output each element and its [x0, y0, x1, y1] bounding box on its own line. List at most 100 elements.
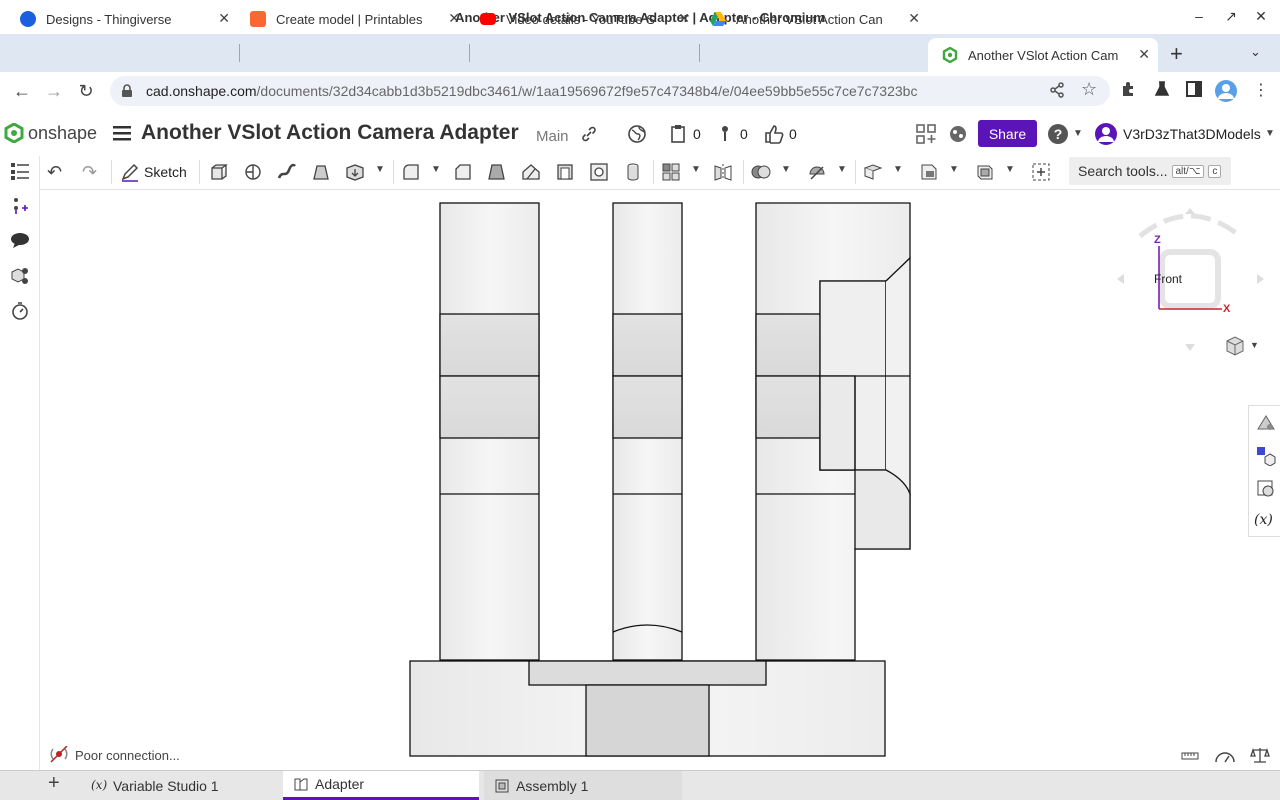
- chamfer-icon[interactable]: [453, 162, 473, 182]
- fillet-chevron-down-icon[interactable]: ▼: [431, 164, 441, 175]
- surface-chevron-down-icon[interactable]: ▼: [1005, 164, 1015, 175]
- plane-icon[interactable]: [863, 162, 883, 182]
- close-tab-icon[interactable]: ✕: [678, 10, 690, 27]
- hole-icon[interactable]: [589, 162, 609, 182]
- view-options-cube-icon[interactable]: [1225, 336, 1245, 356]
- app-store-icon[interactable]: [916, 124, 936, 144]
- branch-label[interactable]: Main: [536, 128, 569, 145]
- fillet-icon[interactable]: [401, 162, 421, 182]
- boolean-icon[interactable]: [751, 162, 771, 182]
- revolve-icon[interactable]: [243, 162, 263, 182]
- graphics-viewport[interactable]: Front Z X ▼: [41, 190, 1280, 770]
- onshape-logo-icon[interactable]: [4, 122, 24, 144]
- split-icon[interactable]: [807, 162, 827, 182]
- bom-panel-icon[interactable]: [1256, 446, 1276, 466]
- extrude-icon[interactable]: [209, 162, 229, 182]
- browser-tab-label: Video details - YouTube S: [506, 11, 655, 27]
- measure-icon[interactable]: [1180, 747, 1200, 763]
- link-icon[interactable]: [580, 125, 598, 143]
- pattern-chevron-down-icon[interactable]: ▼: [691, 164, 701, 175]
- close-window-button[interactable]: ✕: [1251, 6, 1271, 26]
- units-scale-icon[interactable]: [1250, 746, 1270, 764]
- add-custom-feature-icon[interactable]: [1031, 162, 1051, 182]
- share-page-icon[interactable]: [1048, 81, 1068, 101]
- restore-button[interactable]: ↗: [1221, 6, 1241, 26]
- close-tab-icon[interactable]: ✕: [908, 10, 920, 27]
- variables-fx-icon[interactable]: (x): [1254, 512, 1273, 528]
- sheet-metal-chevron-down-icon[interactable]: ▼: [949, 164, 959, 175]
- thicken-icon[interactable]: [345, 162, 365, 182]
- plane-chevron-down-icon[interactable]: ▼: [893, 164, 903, 175]
- shell-icon[interactable]: [555, 162, 575, 182]
- cylinder-icon[interactable]: [623, 162, 643, 182]
- configurations-panel-icon[interactable]: [1256, 479, 1276, 499]
- boolean-chevron-down-icon[interactable]: ▼: [781, 164, 791, 175]
- onshape-logo-text: onshape: [28, 123, 98, 143]
- browser-menu-icon[interactable]: ⋮: [1253, 80, 1269, 100]
- sweep-icon[interactable]: [277, 162, 297, 182]
- document-title[interactable]: Another VSlot Action Camera Adapter: [141, 121, 519, 145]
- user-name[interactable]: V3rD3zThat3DModels: [1123, 126, 1261, 142]
- draft-icon[interactable]: [487, 162, 507, 182]
- appearance-panel-icon[interactable]: [1256, 413, 1276, 433]
- close-tab-icon[interactable]: ✕: [218, 10, 230, 27]
- forward-button[interactable]: →: [43, 80, 65, 102]
- profile-avatar-icon[interactable]: [1215, 80, 1237, 102]
- reload-button[interactable]: ↻: [75, 80, 97, 102]
- close-tab-icon[interactable]: ✕: [1138, 46, 1150, 63]
- rib-icon[interactable]: [521, 162, 541, 182]
- minimize-button[interactable]: –: [1189, 6, 1209, 26]
- mass-properties-icon[interactable]: [1214, 746, 1236, 764]
- search-tools-input[interactable]: Search tools... alt/⌥ c: [1069, 157, 1231, 185]
- side-panel-icon[interactable]: [1186, 81, 1204, 99]
- browser-tab-printables[interactable]: Create model | Printables ✕: [236, 4, 468, 34]
- split-chevron-down-icon[interactable]: ▼: [837, 164, 847, 175]
- sheet-metal-icon[interactable]: [919, 162, 939, 182]
- bookmark-star-icon[interactable]: ☆: [1081, 79, 1097, 100]
- extensions-icon[interactable]: [1120, 80, 1140, 100]
- browser-tab-thingiverse[interactable]: Designs - Thingiverse ✕: [6, 4, 238, 34]
- thicken-chevron-down-icon[interactable]: ▼: [375, 164, 385, 175]
- view-cube-front-face[interactable]: Front: [1154, 272, 1182, 286]
- tab-variable-studio-1[interactable]: (x) Variable Studio 1: [81, 771, 279, 800]
- view-options-chevron-down-icon[interactable]: ▼: [1250, 340, 1259, 350]
- tab-search-chevron-icon[interactable]: ⌄: [1250, 44, 1261, 60]
- undo-icon[interactable]: ↶: [47, 162, 67, 182]
- thumbs-up-icon[interactable]: [763, 123, 785, 145]
- browser-tab-onshape-active[interactable]: Another VSlot Action Cam ✕: [928, 38, 1158, 72]
- tab-adapter[interactable]: Adapter: [283, 771, 479, 800]
- surface-icon[interactable]: [975, 162, 995, 182]
- flask-extension-icon[interactable]: [1153, 80, 1173, 100]
- notification-pin-icon[interactable]: [721, 125, 729, 143]
- mirror-icon[interactable]: [713, 162, 733, 182]
- browser-tab-google-drive[interactable]: Another VSlot Action Can ✕: [696, 4, 928, 34]
- versions-icon[interactable]: [669, 124, 687, 144]
- feature-list-icon[interactable]: [10, 161, 30, 181]
- sketch-button[interactable]: Sketch: [120, 160, 187, 184]
- linear-pattern-icon[interactable]: [661, 162, 681, 182]
- new-tab-button[interactable]: +: [1170, 41, 1183, 67]
- loft-icon[interactable]: [311, 162, 331, 182]
- variables-icon[interactable]: [10, 196, 30, 216]
- user-avatar-icon[interactable]: [1094, 122, 1118, 146]
- add-element-button[interactable]: +: [48, 772, 60, 795]
- address-bar[interactable]: cad.onshape.com/documents/32d34cabb1d3b5…: [110, 76, 1110, 106]
- tab-label: Assembly 1: [516, 777, 589, 794]
- browser-tab-youtube[interactable]: Video details - YouTube S ✕: [466, 4, 698, 34]
- learning-center-icon[interactable]: [948, 124, 968, 144]
- user-chevron-down-icon[interactable]: ▼: [1265, 128, 1275, 139]
- help-chevron-down-icon[interactable]: ▼: [1073, 128, 1083, 139]
- comments-icon[interactable]: [10, 230, 30, 250]
- public-globe-icon[interactable]: [627, 124, 647, 144]
- tab-assembly-1[interactable]: Assembly 1: [484, 771, 682, 800]
- share-button[interactable]: Share: [978, 120, 1037, 147]
- redo-icon[interactable]: ↷: [82, 162, 102, 182]
- google-drive-icon: [710, 11, 726, 27]
- parts-icon[interactable]: [10, 266, 30, 286]
- help-icon[interactable]: ?: [1048, 124, 1068, 144]
- back-button[interactable]: ←: [11, 80, 33, 102]
- view-cube[interactable]: [1117, 202, 1267, 352]
- hamburger-menu-icon[interactable]: [113, 125, 131, 141]
- history-stopwatch-icon[interactable]: [10, 301, 30, 321]
- close-tab-icon[interactable]: ✕: [448, 10, 460, 27]
